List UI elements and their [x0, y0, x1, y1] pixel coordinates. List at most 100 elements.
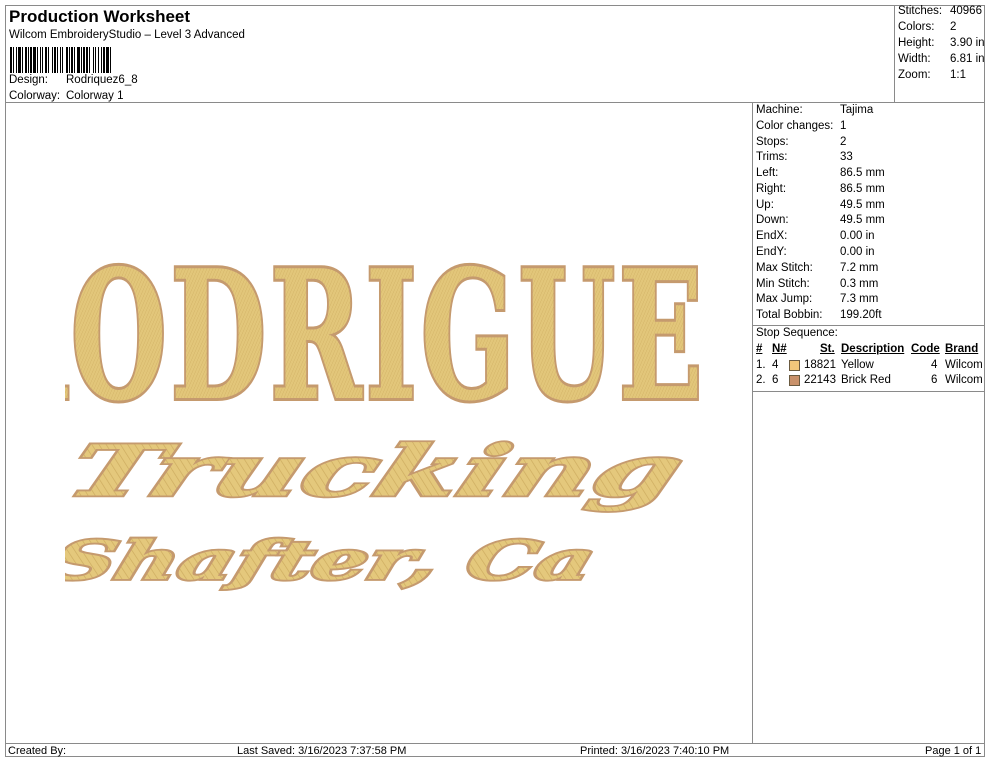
info-label: Color changes:: [756, 120, 834, 132]
divider: [753, 391, 985, 392]
info-row: Right: 86.5 mm: [756, 183, 982, 198]
info-value: 7.2 mm: [840, 262, 879, 274]
stat-colors: Colors: 2: [898, 21, 986, 36]
info-label: EndX:: [756, 230, 788, 242]
app-name: Wilcom EmbroideryStudio – Level 3 Advanc…: [9, 29, 245, 41]
stat-stitches: Stitches: 40966: [898, 5, 986, 20]
info-label: Trims:: [756, 151, 788, 163]
stat-height: Height: 3.90 in: [898, 37, 986, 52]
info-row: Max Jump: 7.3 mm: [756, 293, 982, 308]
color-swatch: [789, 360, 800, 371]
row-num: 2.: [756, 374, 766, 386]
stat-value: 3.90 in: [950, 37, 985, 49]
page-title: Production Worksheet: [9, 7, 191, 26]
info-row: Total Bobbin: 199.20ft: [756, 309, 982, 324]
row-stitches: 22143: [804, 374, 836, 386]
design-value: Rodriquez6_8: [66, 74, 138, 86]
info-row: Max Stitch: 7.2 mm: [756, 262, 982, 277]
stat-label: Colors:: [898, 21, 935, 33]
info-label: Up:: [756, 199, 774, 211]
design-line-trucking: Trucking: [65, 430, 695, 512]
info-row: Machine: Tajima: [756, 104, 982, 119]
col-header-brand: Brand: [945, 343, 979, 355]
worksheet-header: Production Worksheet Wilcom EmbroiderySt…: [5, 5, 895, 103]
info-label: Machine:: [756, 104, 803, 116]
stat-label: Zoom:: [898, 69, 931, 81]
col-header-description: Description: [841, 343, 905, 355]
info-value: 49.5 mm: [840, 199, 885, 211]
barcode-bar: [111, 47, 113, 73]
row-brand: Wilcom: [945, 359, 983, 371]
row-needle: 4: [772, 359, 779, 371]
row-stitches: 18821: [804, 359, 836, 371]
info-label: Max Jump:: [756, 293, 813, 305]
info-row: Stops: 2: [756, 136, 982, 151]
info-label: Stops:: [756, 136, 789, 148]
last-saved: Last Saved: 3/16/2023 7:37:58 PM: [237, 745, 407, 757]
stat-value: 6.81 in: [950, 53, 985, 65]
row-description: Yellow: [841, 359, 874, 371]
info-value: 86.5 mm: [840, 167, 885, 179]
row-brand: Wilcom: [945, 374, 983, 386]
row-num: 1.: [756, 359, 766, 371]
info-row: Left: 86.5 mm: [756, 167, 982, 182]
info-row: EndX: 0.00 in: [756, 230, 982, 245]
info-value: 33: [840, 151, 853, 163]
info-row: Min Stitch: 0.3 mm: [756, 278, 982, 293]
table-row: 2. 6 22143 Brick Red 6 Wilcom: [753, 374, 985, 389]
stat-value: 40966: [950, 5, 982, 17]
col-header-code: Code: [911, 343, 940, 355]
info-label: EndY:: [756, 246, 787, 258]
col-header-n: N#: [772, 343, 787, 355]
info-label: Down:: [756, 214, 789, 226]
colorway-label: Colorway:: [9, 90, 61, 102]
design-line-rodriguez: RODRIGUEZ: [65, 233, 705, 440]
info-value: 0.00 in: [840, 246, 875, 258]
page-number: Page 1 of 1: [925, 745, 982, 757]
stat-zoom: Zoom: 1:1: [898, 69, 986, 84]
info-value: 0.00 in: [840, 230, 875, 242]
row-needle: 6: [772, 374, 779, 386]
stats-panel: Stitches: 40966 Colors: 2 Height: 3.90 in W…: [894, 5, 985, 103]
info-label: Min Stitch:: [756, 278, 810, 290]
embroidery-design: RODRIGUEZ Trucking Shafter, Ca: [65, 233, 705, 595]
created-by: Created By:: [8, 745, 67, 757]
info-row: Up: 49.5 mm: [756, 199, 982, 214]
info-label: Total Bobbin:: [756, 309, 823, 321]
stat-label: Height:: [898, 37, 935, 49]
info-value: 0.3 mm: [840, 278, 879, 290]
info-value: 49.5 mm: [840, 214, 885, 226]
row-description: Brick Red: [841, 374, 891, 386]
machine-info-panel: Machine: Tajima Color changes: 1 Stops: 2 T…: [753, 103, 985, 743]
info-row: EndY: 0.00 in: [756, 246, 982, 261]
info-row: Color changes: 1: [756, 120, 982, 135]
info-value: 7.3 mm: [840, 293, 879, 305]
colorway-value: Colorway 1: [66, 90, 124, 102]
design-line-shafter: Shafter, Ca: [65, 530, 602, 592]
divider: [753, 325, 985, 326]
color-swatch: [789, 375, 800, 386]
stat-value: 1:1: [950, 69, 966, 81]
barcode: [10, 47, 188, 73]
info-value: 199.20ft: [840, 309, 882, 321]
stat-label: Width:: [898, 53, 931, 65]
design-label: Design:: [9, 74, 48, 86]
worksheet-footer: Created By: Last Saved: 3/16/2023 7:37:5…: [5, 743, 985, 757]
col-header-st: St.: [820, 343, 835, 355]
printed-date: Printed: 3/16/2023 7:40:10 PM: [580, 745, 730, 757]
design-canvas: RODRIGUEZ Trucking Shafter, Ca: [5, 103, 753, 743]
info-value: Tajima: [840, 104, 874, 116]
stat-label: Stitches:: [898, 5, 943, 17]
table-row: 1. 4 18821 Yellow 4 Wilcom: [753, 359, 985, 374]
info-row: Trims: 33: [756, 151, 982, 166]
stat-width: Width: 6.81 in: [898, 53, 986, 68]
row-code: 4: [931, 359, 938, 371]
info-row: Down: 49.5 mm: [756, 214, 982, 229]
row-code: 6: [931, 374, 938, 386]
info-label: Right:: [756, 183, 787, 195]
stop-sequence-heading: Stop Sequence:: [756, 327, 838, 339]
info-label: Left:: [756, 167, 779, 179]
info-value: 2: [840, 136, 847, 148]
info-label: Max Stitch:: [756, 262, 813, 274]
info-value: 86.5 mm: [840, 183, 885, 195]
